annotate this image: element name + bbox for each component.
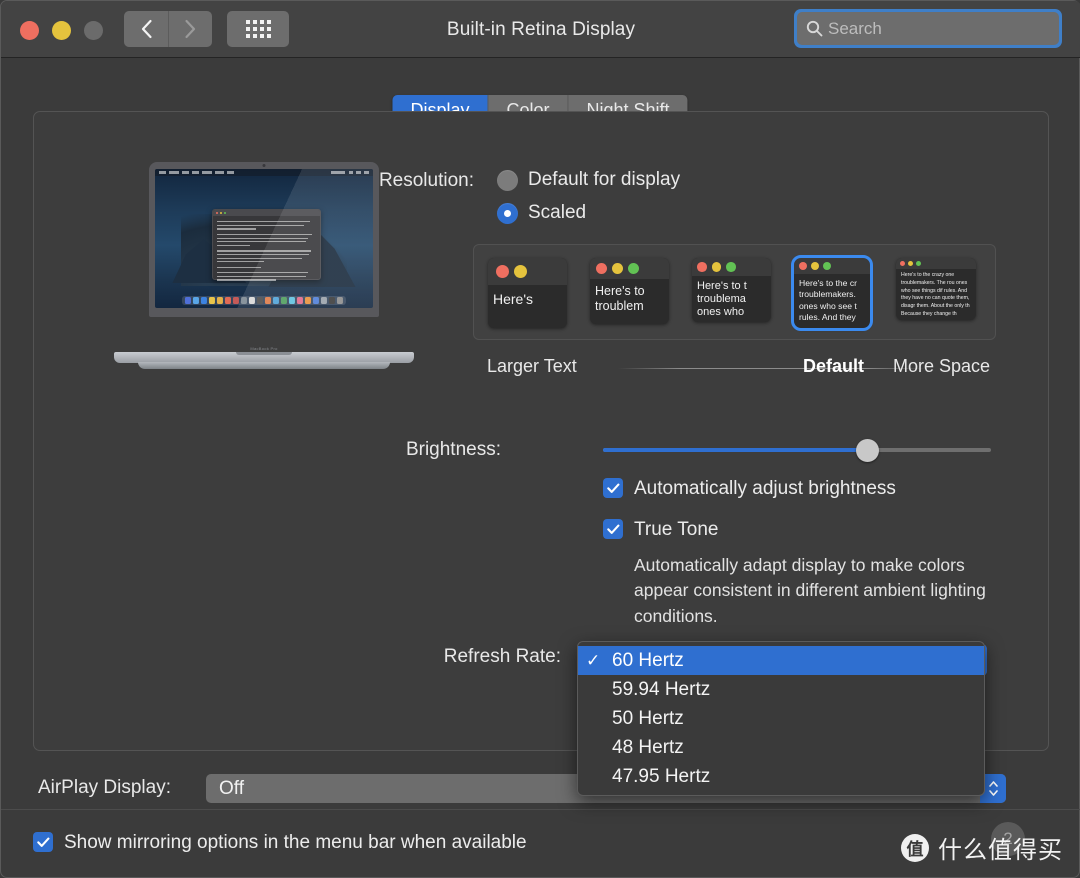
show-all-grid-icon bbox=[245, 20, 271, 38]
airplay-label: AirPlay Display: bbox=[37, 777, 171, 798]
scaling-axis-labels: Larger Text Default More Space bbox=[473, 356, 996, 382]
brightness-label: Brightness: bbox=[405, 439, 501, 460]
menu-item-label: 60 Hertz bbox=[612, 649, 684, 671]
scaling-option-default[interactable]: Here's to the cr troublemakers. ones who… bbox=[791, 255, 873, 331]
close-button[interactable] bbox=[20, 21, 39, 40]
scaling-option-2[interactable]: Here's to troublem bbox=[590, 258, 669, 324]
laptop-foot bbox=[138, 362, 390, 369]
slider-thumb[interactable] bbox=[855, 439, 879, 462]
back-button[interactable] bbox=[124, 11, 168, 47]
navigation-buttons bbox=[124, 11, 212, 47]
window-toolbar: Built-in Retina Display bbox=[1, 1, 1080, 58]
menu-item-label: 59.94 Hertz bbox=[612, 678, 711, 700]
system-preferences-window: Built-in Retina Display Display Color Ni… bbox=[0, 0, 1080, 878]
scaling-axis-line bbox=[618, 368, 928, 369]
scaling-option-text: Here's to t troublema ones who bbox=[697, 280, 747, 318]
traffic-light-controls bbox=[20, 21, 103, 40]
device-label: MacBook Pro bbox=[250, 346, 278, 351]
scaling-thumbnail-list: Here's Here's to troublem Here's to t tr… bbox=[474, 245, 997, 341]
wallpaper-island bbox=[181, 213, 347, 286]
checkbox-checked-icon[interactable] bbox=[33, 832, 53, 852]
menu-item-60-hertz[interactable]: ✓ 60 Hertz bbox=[578, 646, 984, 675]
search-input[interactable] bbox=[828, 18, 1028, 39]
laptop-screen bbox=[155, 169, 373, 308]
scaling-option-text: Here's to the crazy one troublemakers. T… bbox=[901, 272, 970, 317]
radio-scaled-label: Scaled bbox=[528, 202, 587, 223]
menu-item-59-94-hertz[interactable]: 59.94 Hertz bbox=[578, 675, 984, 704]
show-all-button[interactable] bbox=[227, 11, 289, 47]
menu-item-label: 48 Hertz bbox=[612, 736, 684, 758]
preview-document-text bbox=[213, 216, 320, 285]
menu-item-50-hertz[interactable]: 50 Hertz bbox=[578, 704, 984, 733]
radio-default-for-display[interactable]: Default for display bbox=[497, 169, 680, 191]
preview-dock bbox=[181, 295, 347, 305]
forward-button[interactable] bbox=[168, 11, 212, 47]
menu-item-48-hertz[interactable]: 48 Hertz bbox=[578, 733, 984, 762]
resolution-label: Resolution: bbox=[378, 170, 474, 191]
chevron-left-icon bbox=[141, 19, 152, 39]
scaling-option-3[interactable]: Here's to t troublema ones who bbox=[692, 258, 771, 322]
brightness-slider[interactable] bbox=[603, 439, 991, 462]
true-tone-label: True Tone bbox=[634, 519, 719, 540]
checkmark-icon: ✓ bbox=[586, 650, 601, 670]
scaling-option-text: Here's to the cr troublemakers. ones who… bbox=[799, 278, 857, 323]
auto-brightness-checkbox-row[interactable]: Automatically adjust brightness bbox=[603, 478, 896, 500]
true-tone-checkbox-row[interactable]: True Tone bbox=[603, 519, 719, 541]
display-preview-image: MacBook Pro bbox=[114, 162, 414, 377]
search-field[interactable] bbox=[797, 12, 1059, 45]
laptop-lid bbox=[149, 162, 379, 317]
search-icon bbox=[806, 20, 823, 37]
menu-item-label: 47.95 Hertz bbox=[612, 765, 711, 787]
camera-icon bbox=[262, 164, 266, 167]
menu-item-label: 50 Hertz bbox=[612, 707, 684, 729]
radio-button-icon[interactable] bbox=[497, 169, 518, 191]
scaling-option-text: Here's bbox=[493, 291, 534, 307]
search-field-focus-ring bbox=[794, 9, 1062, 48]
bottom-divider bbox=[1, 809, 1080, 810]
laptop-notch bbox=[236, 352, 292, 355]
preview-menu-bar bbox=[155, 169, 373, 176]
chevron-right-icon bbox=[185, 19, 196, 39]
minimize-button[interactable] bbox=[52, 21, 71, 40]
checkbox-checked-icon[interactable] bbox=[603, 519, 623, 539]
refresh-rate-label: Refresh Rate: bbox=[443, 646, 561, 667]
watermark: 2 值 什么值得买 bbox=[901, 822, 1063, 865]
radio-button-selected-icon[interactable] bbox=[497, 202, 518, 224]
wallpaper-rock-right bbox=[268, 225, 356, 288]
mirroring-label: Show mirroring options in the menu bar w… bbox=[64, 832, 527, 853]
preview-textedit-window bbox=[211, 209, 321, 281]
scaling-option-text: Here's to troublem bbox=[595, 284, 645, 313]
scaling-option-larger-text[interactable]: Here's bbox=[488, 258, 567, 328]
refresh-rate-dropdown-menu[interactable]: ✓ 60 Hertz 59.94 Hertz 50 Hertz 48 Hertz… bbox=[577, 641, 985, 796]
menu-item-47-95-hertz[interactable]: 47.95 Hertz bbox=[578, 762, 984, 791]
radio-scaled[interactable]: Scaled bbox=[497, 202, 586, 224]
preview-window-titlebar bbox=[212, 210, 320, 217]
auto-brightness-label: Automatically adjust brightness bbox=[634, 478, 896, 499]
checkbox-checked-icon[interactable] bbox=[603, 478, 623, 498]
mirroring-checkbox-row[interactable]: Show mirroring options in the menu bar w… bbox=[33, 832, 527, 854]
scaling-label-default: Default bbox=[803, 356, 865, 376]
scaling-option-more-space[interactable]: Here's to the crazy one troublemakers. T… bbox=[896, 258, 976, 320]
slider-fill bbox=[603, 448, 867, 452]
scaling-label-more-space: More Space bbox=[893, 356, 991, 376]
watermark-ghost-badge: 2 bbox=[991, 822, 1025, 856]
scaling-options-group: Here's Here's to troublem Here's to t tr… bbox=[473, 244, 996, 340]
wallpaper-rock-left bbox=[172, 239, 247, 283]
zoom-button[interactable] bbox=[84, 21, 103, 40]
watermark-logo-icon: 值 bbox=[901, 833, 929, 862]
scaling-label-larger-text: Larger Text bbox=[487, 356, 577, 376]
airplay-value: Off bbox=[219, 777, 244, 799]
radio-default-label: Default for display bbox=[528, 169, 681, 190]
true-tone-description: Automatically adapt display to make colo… bbox=[634, 555, 986, 626]
